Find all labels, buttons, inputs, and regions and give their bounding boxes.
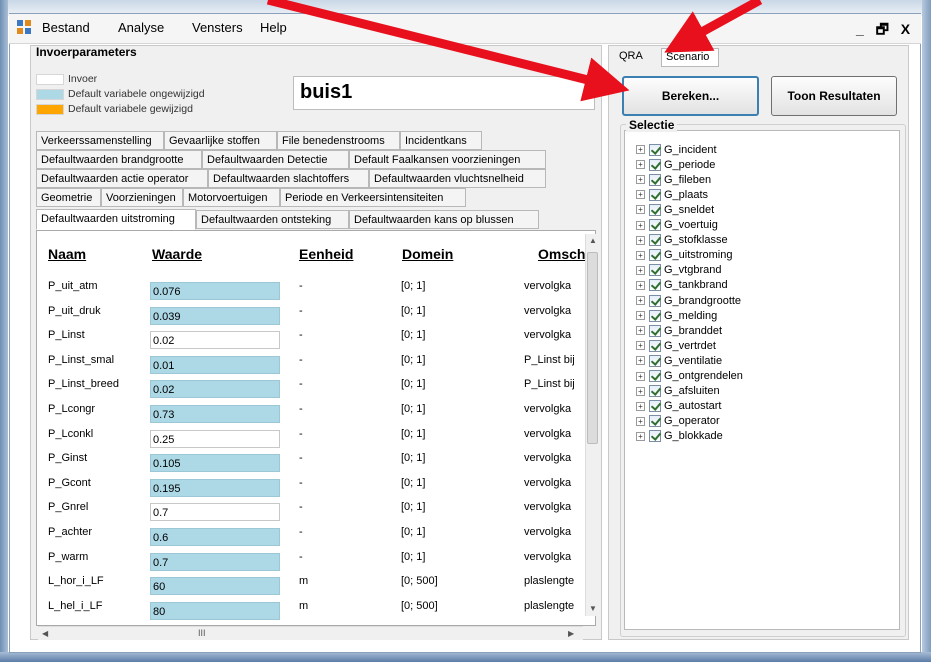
annotation-arrows <box>266 0 763 102</box>
arrow-to-scenario-icon <box>664 0 763 53</box>
arrow-to-bereken-icon <box>266 0 630 102</box>
